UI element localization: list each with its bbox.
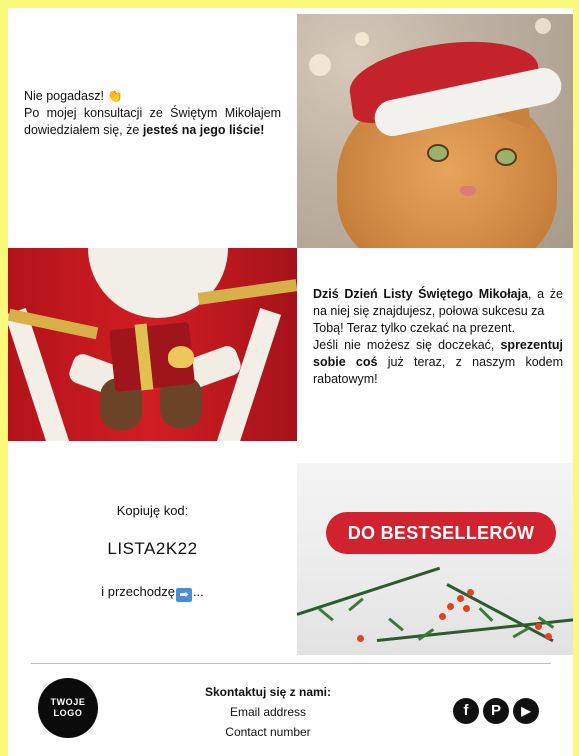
- section-santa-list: Dziś Dzień Listy Świętego Mikołaja, a że…: [8, 248, 573, 441]
- santa-list-text-2: Tobą! Teraz tylko czekać na prezent.: [313, 321, 515, 335]
- greeting-line2-bold: jesteś na jego liście!: [142, 123, 265, 137]
- code-label: Kopiuję kod:: [116, 503, 189, 518]
- section-greeting: Nie pogadasz! 👏 Po mojej konsultacji ze …: [8, 8, 573, 248]
- contact-block: Skontaktuj się z nami: Email address Con…: [168, 682, 368, 742]
- santa-list-text-cell: Dziś Dzień Listy Świętego Mikołaja, a że…: [297, 248, 573, 441]
- go-prefix: i przechodzę: [101, 584, 175, 599]
- contact-phone[interactable]: Contact number: [168, 722, 368, 742]
- youtube-icon[interactable]: ▶: [513, 698, 539, 724]
- greeting-text: Nie pogadasz! 👏 Po mojej konsultacji ze …: [24, 88, 281, 139]
- cat-santa-hat-image: [297, 14, 573, 248]
- greeting-line1: Nie pogadasz!: [24, 89, 104, 103]
- go-suffix: ...: [192, 584, 204, 599]
- discount-code-cell: Kopiuję kod: LISTA2K22 i przechodzę ➡...: [8, 441, 297, 656]
- newsletter-body: Nie pogadasz! 👏 Po mojej konsultacji ze …: [8, 8, 573, 756]
- santa-list-text-3: Jeśli nie możesz się doczekać,: [313, 338, 501, 352]
- discount-code[interactable]: LISTA2K22: [8, 539, 297, 559]
- bestsellers-banner[interactable]: DO BESTSELLERÓW: [297, 463, 573, 655]
- logo-line2: LOGO: [53, 708, 83, 718]
- facebook-icon[interactable]: f: [453, 698, 479, 724]
- contact-heading: Skontaktuj się z nami:: [204, 685, 332, 699]
- contact-email[interactable]: Email address: [168, 702, 368, 722]
- santa-gift-image: [8, 248, 297, 441]
- logo[interactable]: TWOJE LOGO: [38, 678, 98, 738]
- section-discount: Kopiuję kod: LISTA2K22 i przechodzę ➡... …: [8, 441, 573, 656]
- bestsellers-button[interactable]: DO BESTSELLERÓW: [326, 512, 556, 554]
- santa-list-text: Dziś Dzień Listy Świętego Mikołaja, a że…: [313, 286, 563, 388]
- social-links: f P ▶: [453, 698, 543, 724]
- pinterest-icon[interactable]: P: [483, 698, 509, 724]
- logo-line1: TWOJE: [50, 697, 86, 707]
- go-text: i przechodzę ➡...: [8, 584, 297, 602]
- clap-emoji-icon: 👏: [107, 89, 123, 103]
- footer-divider: [31, 663, 551, 664]
- greeting-text-cell: Nie pogadasz! 👏 Po mojej konsultacji ze …: [8, 8, 297, 248]
- arrow-right-icon: ➡: [175, 588, 192, 602]
- santa-list-heading: Dziś Dzień Listy Świętego Mikołaja: [313, 287, 529, 301]
